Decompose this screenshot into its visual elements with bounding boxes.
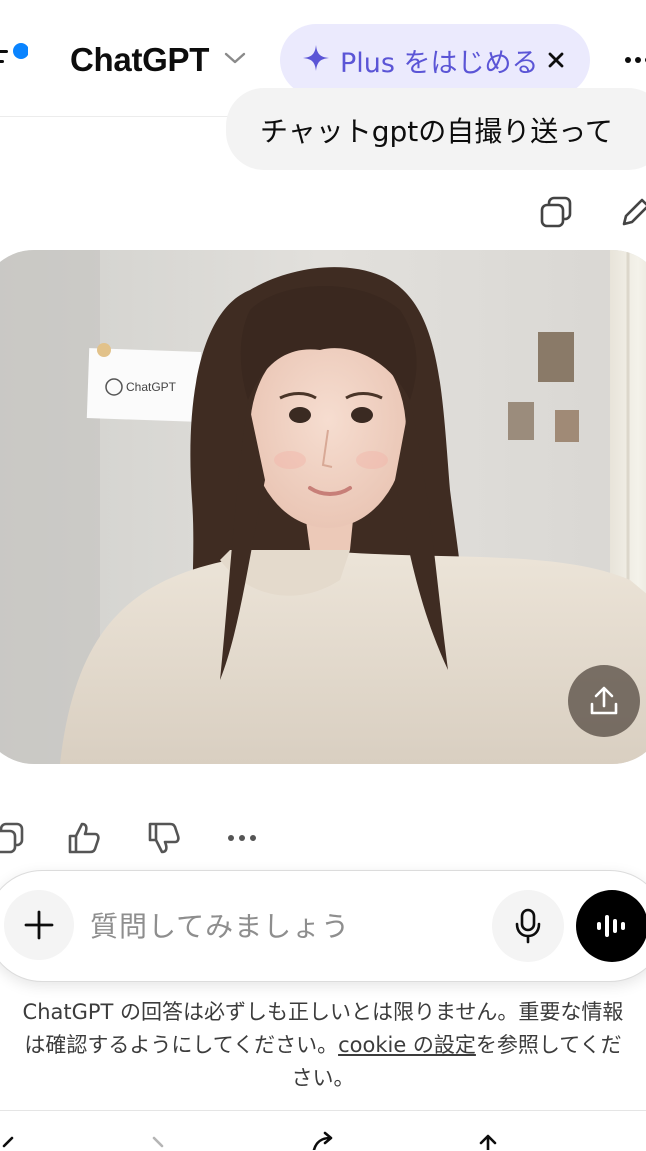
thumbs-down-icon[interactable] <box>142 816 186 860</box>
share-arrow-icon[interactable] <box>308 1130 338 1150</box>
disclaimer-text: は確認するようにしてください。 <box>24 1033 339 1057</box>
add-attachment-button[interactable] <box>4 890 74 960</box>
close-icon[interactable] <box>540 44 572 76</box>
back-arrow-icon[interactable] <box>0 1132 20 1150</box>
disclaimer-line-1: ChatGPT の回答は必ずしも正しいとは限りません。重要な情報 <box>22 1000 624 1024</box>
voice-waveform-icon <box>597 915 625 937</box>
upload-icon <box>590 686 618 715</box>
dictation-button[interactable] <box>492 890 564 962</box>
app-title: ChatGPT <box>70 41 210 78</box>
user-message-bubble: チャットgptの自撮り送って <box>226 88 646 170</box>
thumbs-up-icon[interactable] <box>62 816 106 860</box>
disclaimer-text-cont: を参照してくだ <box>475 1033 622 1057</box>
copy-icon[interactable] <box>534 190 578 234</box>
more-options-icon[interactable] <box>622 52 646 68</box>
wall-note: ChatGPT <box>86 343 202 422</box>
chevron-down-icon <box>223 50 247 70</box>
generated-selfie-image[interactable]: ChatGPT <box>0 250 646 764</box>
sparkle-icon <box>302 44 330 76</box>
microphone-icon <box>515 908 541 944</box>
upgrade-plus-button[interactable]: Plus をはじめる <box>280 24 590 96</box>
disclaimer: ChatGPT の回答は必ずしも正しいとは限りません。重要な情報 は確認するよう… <box>0 996 646 1095</box>
cookie-settings-link[interactable]: cookie の設定 <box>338 1033 476 1057</box>
upgrade-label: Plus をはじめる <box>340 47 539 79</box>
forward-arrow-icon[interactable] <box>146 1132 170 1150</box>
share-image-button[interactable] <box>568 665 640 737</box>
notification-dot <box>13 43 29 59</box>
message-input[interactable]: 質問してみましょう <box>90 905 350 945</box>
up-arrow-icon[interactable] <box>476 1132 500 1150</box>
sidebar-menu-icon[interactable] <box>0 40 29 70</box>
wall-note-text: ChatGPT <box>126 380 177 394</box>
plus-icon <box>24 910 54 940</box>
more-actions-icon[interactable] <box>222 820 262 856</box>
edit-pencil-icon[interactable] <box>614 190 646 234</box>
copy-response-icon[interactable] <box>0 816 28 860</box>
disclaimer-line-2: は確認するようにしてください。cookie の設定を参照してくだ <box>0 1029 646 1062</box>
disclaimer-line-3: さい。 <box>291 1066 355 1090</box>
voice-mode-button[interactable] <box>576 890 646 962</box>
model-selector[interactable]: ChatGPT <box>70 38 247 82</box>
